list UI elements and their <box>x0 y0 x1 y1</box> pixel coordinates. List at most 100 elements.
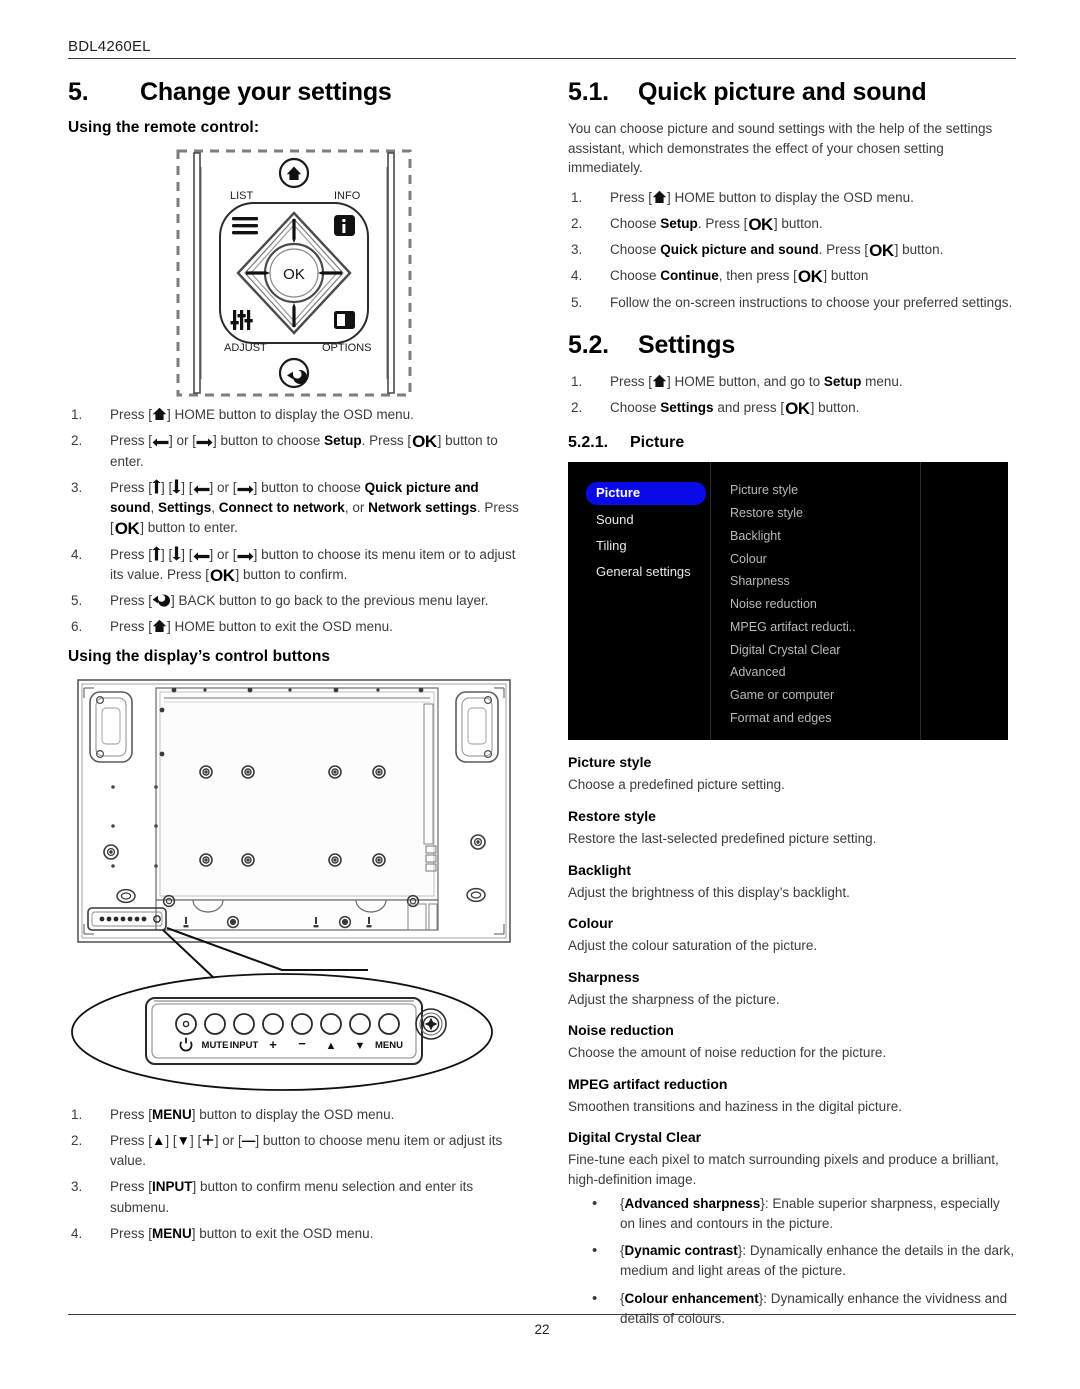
quick-section-number: 5.1. <box>568 78 609 106</box>
right-column: 5.1. Quick picture and sound You can cho… <box>568 74 1016 1336</box>
definition-term: Restore style <box>568 808 656 824</box>
step-item: 3. Press [] [] [] or [] button to choose … <box>68 478 520 539</box>
list-icon <box>232 217 258 235</box>
step-item: 2. Press [▲] [▼] [＋] or [—] button to cho… <box>68 1131 520 1172</box>
definition-term: Noise reduction <box>568 1022 674 1039</box>
page-number: 22 <box>534 1322 550 1337</box>
osd-menu-item[interactable]: General settings <box>586 561 706 583</box>
osd-submenu-item[interactable]: Advanced <box>730 666 910 680</box>
osd-main-menu: Picture Sound Tiling General settings <box>586 482 706 587</box>
osd-submenu-item[interactable]: Restore style <box>730 506 910 521</box>
osd-submenu-item[interactable]: Format and edges <box>730 711 910 726</box>
step-text: Press [] [] [] or [] button to choose it… <box>110 545 516 585</box>
step-item: 4. Press [] [] [] or [] button to choose … <box>68 545 520 586</box>
step-text: Press [] HOME button to display the OSD … <box>110 407 414 422</box>
quick-steps-list: 1. Press [] HOME button to display the OS… <box>568 188 1016 313</box>
remote-label-list: LIST <box>230 190 254 202</box>
step-number: 3. <box>71 479 83 495</box>
osd-submenu-item[interactable]: Picture style <box>730 484 910 498</box>
quick-section-title: Quick picture and sound <box>638 78 927 106</box>
digital-crystal-clear-bullets: {Advanced sharpness}: Enable superior sh… <box>568 1193 1016 1330</box>
step-text: Press [] HOME button to exit the OSD men… <box>110 619 393 635</box>
step-number: 2. <box>571 215 583 231</box>
step-item: 1. Press [] HOME button to display the OS… <box>568 188 1016 208</box>
definition-description: Fine-tune each pixel to match surroundin… <box>568 1152 999 1187</box>
settings-heading: 5.2. Settings <box>568 331 1016 360</box>
bullet-item: {Advanced sharpness}: Enable superior sh… <box>568 1193 1016 1235</box>
picture-definitions: Picture style Choose a predefined picture… <box>568 754 1016 1189</box>
step-text: Press [▲] [▼] [＋] or [—] button to choos… <box>110 1132 503 1168</box>
manual-page: BDL4260EL 5. Change your settings Using … <box>0 0 1080 1389</box>
step-text: Press [MENU] button to exit the OSD menu… <box>110 1225 374 1241</box>
step-item: 3. Choose Quick picture and sound. Press … <box>568 240 1016 260</box>
arrow-right-icon <box>318 271 342 275</box>
osd-divider-2 <box>920 462 921 741</box>
label-minus: − <box>298 1036 306 1051</box>
osd-submenu-item[interactable]: Colour <box>730 552 910 567</box>
osd-submenu-item[interactable]: Game or computer <box>730 688 910 703</box>
osd-menu-item[interactable]: Picture <box>586 482 706 505</box>
ok-button-label: OK <box>283 266 305 283</box>
osd-submenu-item[interactable]: Sharpness <box>730 575 910 589</box>
definition-description: Adjust the brightness of this display’s … <box>568 884 850 900</box>
control-buttons-detail: MUTE INPUT + − ▲ ▼ MENU <box>145 996 447 1065</box>
label-plus: + <box>269 1037 277 1052</box>
step-text: Press [INPUT] button to confirm menu sel… <box>110 1179 474 1215</box>
quick-picture-heading: 5.1. Quick picture and sound <box>568 78 1016 107</box>
model-number: BDL4260EL <box>68 38 151 55</box>
section-title: Change your settings <box>140 78 392 106</box>
step-number: 1. <box>71 407 83 422</box>
step-text: Choose Quick picture and sound. Press [O… <box>610 241 944 261</box>
step-text: Press [] or [] button to choose Setup. P… <box>110 432 498 469</box>
display-rear-diagram: MUTE INPUT + − ▲ ▼ MENU <box>71 678 511 1091</box>
step-number: 5. <box>571 294 583 310</box>
remote-label-adjust: ADJUST <box>224 342 267 354</box>
quick-intro: You can choose picture and sound setting… <box>568 121 993 176</box>
definition-description: Choose a predefined picture setting. <box>568 777 785 793</box>
osd-submenu-item[interactable]: Backlight <box>730 529 910 544</box>
section-number: 5. <box>68 78 89 106</box>
step-text: Press [] [] [] or [] button to choose Qu… <box>110 479 519 539</box>
osd-submenu-item[interactable]: Digital Crystal Clear <box>730 643 910 658</box>
remote-steps-list: 1. Press [] HOME button to display the OS… <box>68 405 520 638</box>
osd-menu-item[interactable]: Tiling <box>586 535 706 557</box>
page-footer: 22 <box>68 1314 1016 1337</box>
step-number: 4. <box>71 546 83 562</box>
display-rear-figure: MUTE INPUT + − ▲ ▼ MENU <box>68 674 520 1099</box>
definition-term: Colour <box>568 915 614 932</box>
osd-submenu-item[interactable]: Noise reduction <box>730 597 910 612</box>
step-item: 1. Press [MENU] button to display the OSD… <box>68 1105 520 1125</box>
ir-sensor <box>415 1007 447 1040</box>
arrow-left-icon <box>246 271 270 275</box>
adjust-icon <box>230 310 253 330</box>
left-column: 5. Change your settings Using the remote… <box>68 74 520 1254</box>
step-number: 2. <box>71 433 83 449</box>
picture-section-number: 5.2.1. <box>568 434 609 452</box>
osd-submenu-item[interactable]: MPEG artifact reducti.. <box>730 620 910 635</box>
definition-description: Choose the amount of noise reduction for… <box>568 1045 887 1061</box>
step-text: Follow the on-screen instructions to cho… <box>610 294 1013 310</box>
options-icon <box>334 311 355 329</box>
step-item: 2. Choose Settings and press [OK] button. <box>568 398 1016 418</box>
definition-term: Picture style <box>568 754 652 771</box>
definition-description: Smoothen transitions and haziness in the… <box>568 1098 902 1114</box>
osd-menu-item[interactable]: Sound <box>586 509 706 531</box>
step-text: Press [] HOME button to display the OSD … <box>610 189 914 205</box>
osd-divider-1 <box>710 462 711 741</box>
label-input: INPUT <box>230 1040 259 1051</box>
header-divider <box>68 58 1016 59</box>
label-mute: MUTE <box>202 1040 229 1051</box>
step-number: 4. <box>571 268 583 284</box>
step-number: 4. <box>71 1225 83 1241</box>
step-text: Press [] BACK button to go back to the p… <box>110 593 489 608</box>
step-text: Choose Continue, then press [OK] button <box>610 267 869 287</box>
picture-section-title: Picture <box>630 434 685 452</box>
step-item: 1. Press [] HOME button, and go to Setup … <box>568 372 1016 392</box>
remote-label-info: INFO <box>334 190 361 202</box>
step-item: 5. Follow the on-screen instructions to c… <box>568 293 1016 313</box>
step-item: 1. Press [] HOME button to display the OS… <box>68 405 520 425</box>
step-number: 2. <box>571 400 583 416</box>
osd-submenu: Picture style Restore style Backlight Colou… <box>730 484 910 734</box>
label-menu: MENU <box>375 1040 403 1051</box>
label-up: ▲ <box>326 1040 337 1052</box>
